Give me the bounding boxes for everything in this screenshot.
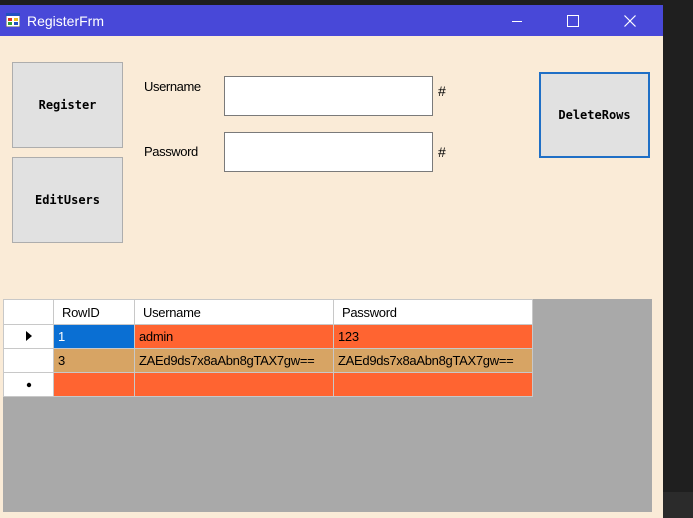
close-icon [624,14,636,27]
current-row-arrow-icon [25,331,32,341]
password-label: Password [144,144,198,159]
register-form-window: RegisterFrm Register EditUsers DeleteRow… [0,5,663,518]
table-row[interactable]: 3 ZAEd9ds7x8aAbn8gTAX7gw== ZAEd9ds7x8aAb… [3,348,533,373]
users-table: RowID Username Password 1 admin 123 3 ZA… [3,299,533,397]
row-header[interactable] [3,324,54,349]
cell-rowid[interactable] [53,372,135,397]
app-icon [6,13,20,27]
cell-username[interactable]: ZAEd9ds7x8aAbn8gTAX7gw== [134,348,334,373]
column-header-password[interactable]: Password [333,299,533,325]
cell-username[interactable]: admin [134,324,334,349]
register-button[interactable]: Register [12,62,123,148]
cell-password[interactable] [333,372,533,397]
username-suffix: # [438,83,446,99]
title-bar[interactable]: RegisterFrm [0,5,663,36]
password-field[interactable] [224,132,433,172]
minimize-icon [512,20,522,22]
cell-rowid[interactable]: 1 [53,324,135,349]
new-row-asterisk-icon [26,382,31,388]
new-row[interactable] [3,372,533,397]
corner-header[interactable] [3,299,54,325]
password-suffix: # [438,144,446,160]
row-header[interactable] [3,372,54,397]
column-header-rowid[interactable]: RowID [53,299,135,325]
column-header-username[interactable]: Username [134,299,334,325]
edit-users-button[interactable]: EditUsers [12,157,123,243]
background-window [663,0,693,518]
minimize-button[interactable] [490,5,544,36]
users-data-grid[interactable]: RowID Username Password 1 admin 123 3 ZA… [3,299,652,512]
cell-username[interactable] [134,372,334,397]
maximize-icon [567,14,579,27]
table-row[interactable]: 1 admin 123 [3,324,533,349]
header-row: RowID Username Password [3,299,533,325]
window-title: RegisterFrm [27,13,105,29]
row-header[interactable] [3,348,54,373]
username-label: Username [144,79,201,94]
cell-rowid[interactable]: 3 [53,348,135,373]
maximize-button[interactable] [546,5,600,36]
username-field[interactable] [224,76,433,116]
cell-password[interactable]: ZAEd9ds7x8aAbn8gTAX7gw== [333,348,533,373]
cell-password[interactable]: 123 [333,324,533,349]
background-strip [663,492,693,518]
delete-rows-button[interactable]: DeleteRows [539,72,650,158]
close-button[interactable] [603,5,657,36]
